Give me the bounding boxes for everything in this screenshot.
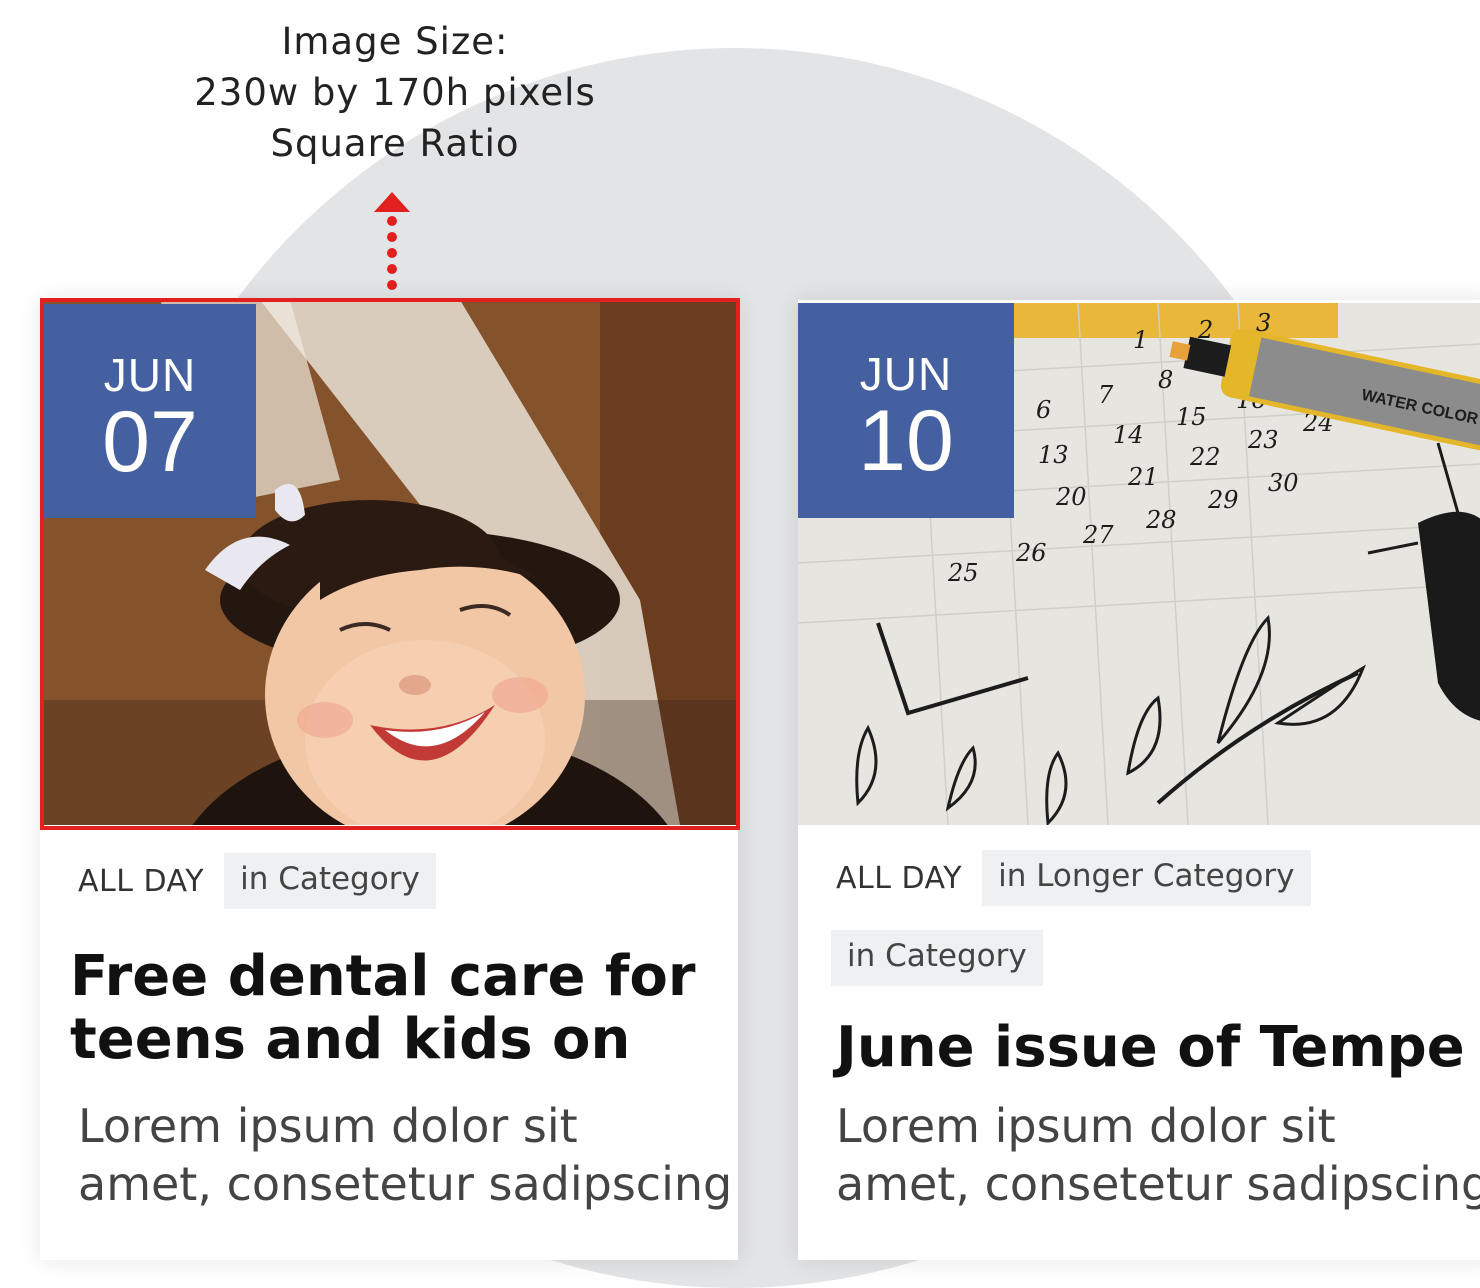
description-line: Lorem ipsum dolor sit [78, 1099, 578, 1153]
image-size-annotation: Image Size: 230w by 170h pixels Square R… [150, 16, 640, 169]
arrow-dot [387, 216, 397, 226]
svg-text:29: 29 [1207, 486, 1239, 514]
arrow-dot [387, 280, 397, 290]
svg-text:8: 8 [1158, 366, 1173, 394]
event-title[interactable]: Free dental care for teens and kids on [70, 945, 695, 1071]
svg-text:6: 6 [1036, 396, 1051, 424]
title-line: teens and kids on [70, 1007, 631, 1072]
annotation-line: 230w by 170h pixels [194, 71, 596, 114]
annotation-line: Image Size: [281, 20, 509, 63]
svg-text:1: 1 [1133, 326, 1148, 354]
event-meta: ALL DAY in Category [78, 853, 436, 909]
description-line: Lorem ipsum dolor sit [836, 1099, 1336, 1153]
event-title[interactable]: June issue of Tempe [836, 1016, 1465, 1079]
svg-text:15: 15 [1176, 403, 1207, 431]
svg-text:13: 13 [1038, 441, 1069, 469]
title-line: Free dental care for [70, 944, 696, 1009]
event-time: ALL DAY [78, 863, 205, 899]
svg-text:23: 23 [1247, 426, 1279, 454]
event-time: ALL DAY [836, 860, 963, 896]
event-card[interactable]: JUN 07 ALL DAY in Category Free dental c… [40, 300, 738, 1260]
date-badge: JUN 10 [798, 303, 1014, 518]
event-meta-second-row: in Category [831, 930, 1043, 986]
svg-text:20: 20 [1055, 483, 1087, 511]
arrow-dot [387, 232, 397, 242]
event-meta: ALL DAY in Longer Category [836, 850, 1311, 906]
svg-text:21: 21 [1127, 463, 1159, 491]
event-image[interactable]: JUN 07 [40, 300, 738, 825]
date-month: JUN [859, 348, 953, 400]
svg-text:28: 28 [1145, 506, 1177, 534]
category-tag[interactable]: in Category [224, 853, 436, 909]
svg-text:22: 22 [1189, 443, 1221, 471]
svg-text:7: 7 [1098, 381, 1114, 409]
category-tag[interactable]: in Longer Category [982, 850, 1311, 906]
date-day: 10 [858, 393, 954, 489]
annotation-line: Square Ratio [270, 122, 520, 165]
category-tag[interactable]: in Category [831, 930, 1043, 986]
date-day: 07 [102, 394, 198, 490]
svg-text:27: 27 [1082, 521, 1114, 549]
event-image[interactable]: 123 6789 13141516 2021222324 282930 2627… [798, 303, 1480, 825]
arrow-dot [387, 248, 397, 258]
svg-text:30: 30 [1268, 469, 1299, 497]
svg-text:14: 14 [1113, 421, 1144, 449]
svg-text:26: 26 [1015, 539, 1047, 567]
svg-text:25: 25 [947, 559, 979, 587]
event-description: Lorem ipsum dolor sit amet, consetetur s… [836, 1097, 1480, 1213]
date-month: JUN [103, 349, 197, 401]
event-card[interactable]: 123 6789 13141516 2021222324 282930 2627… [798, 300, 1480, 1260]
event-description: Lorem ipsum dolor sit amet, consetetur s… [78, 1097, 732, 1213]
dotted-arrow-icon [372, 190, 412, 298]
arrow-head-icon [374, 192, 410, 212]
arrow-dot [387, 264, 397, 274]
description-line: amet, consetetur sadipscing [836, 1157, 1480, 1211]
description-line: amet, consetetur sadipscing [78, 1157, 733, 1211]
date-badge: JUN 07 [44, 304, 256, 518]
title-line: June issue of Tempe [836, 1015, 1465, 1080]
